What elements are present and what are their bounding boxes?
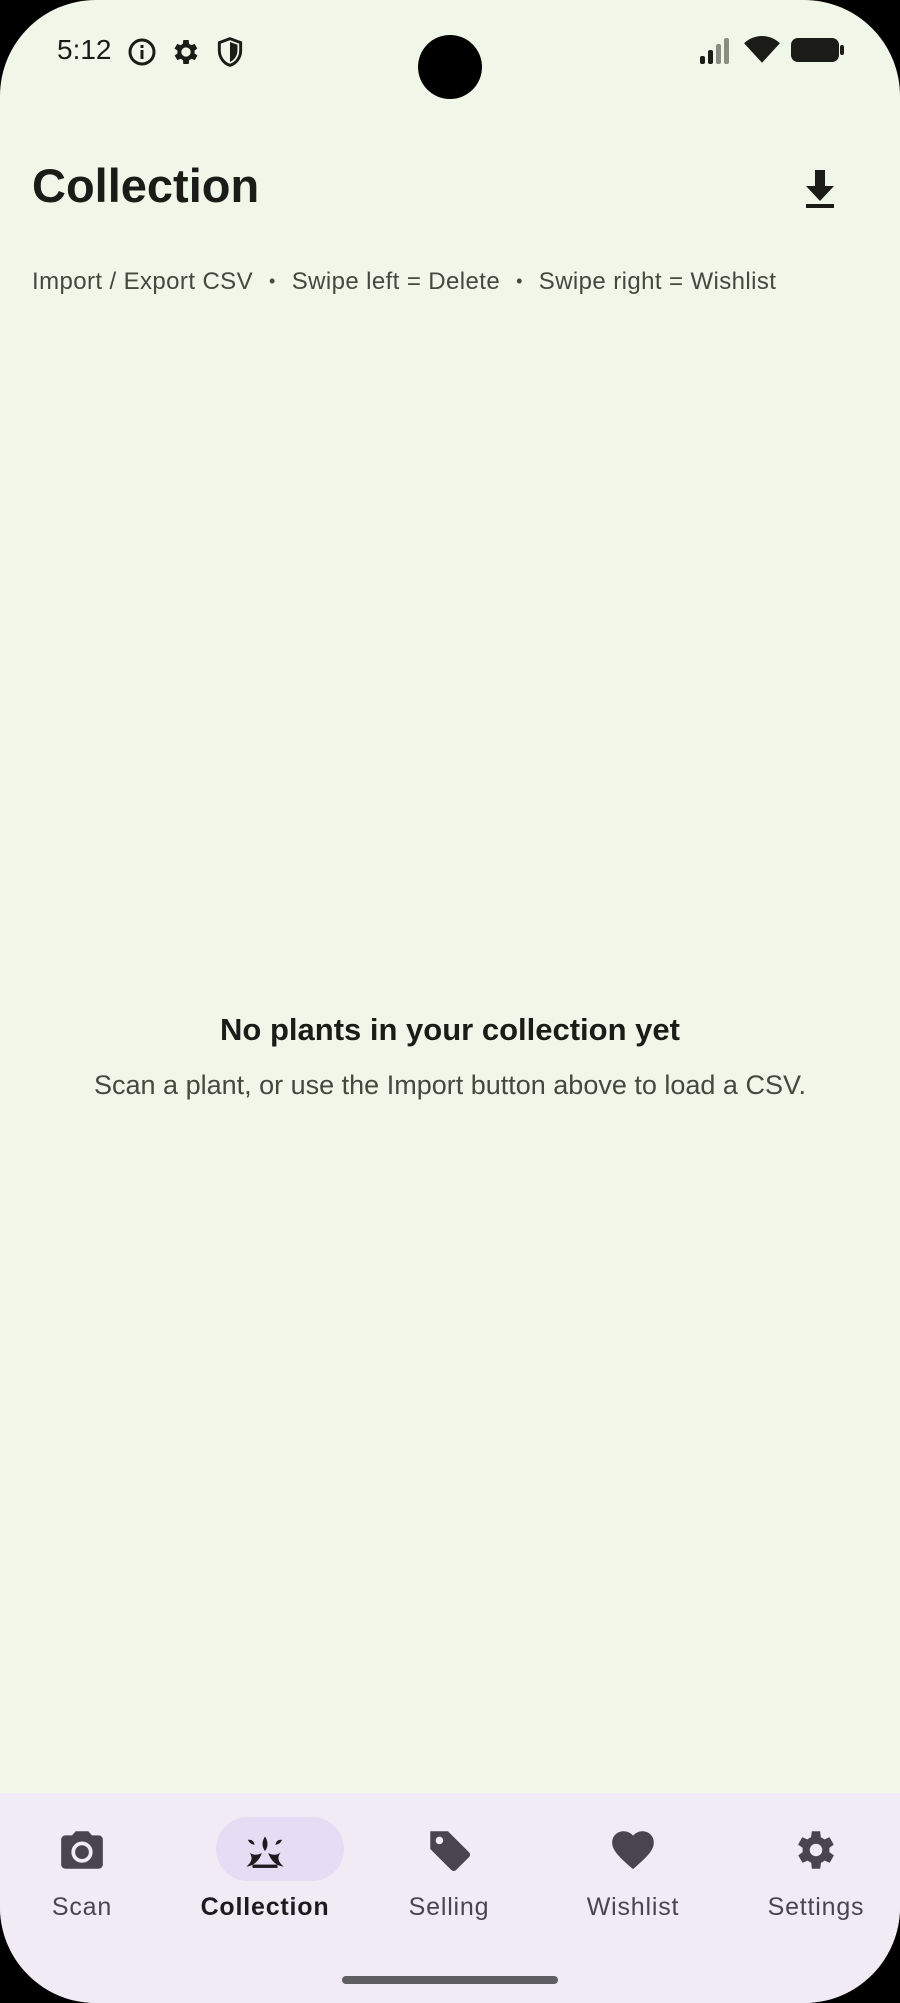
signal-icon [698, 34, 734, 71]
nav-item-scan[interactable]: Scan [0, 1793, 172, 1943]
nav-item-settings[interactable]: Settings [726, 1793, 900, 1943]
page-title: Collection [32, 159, 260, 212]
download-icon [806, 170, 834, 208]
nav-item-wishlist[interactable]: Wishlist [543, 1793, 723, 1943]
hint-text: Import / Export CSV • Swipe left = Delete •… [32, 268, 776, 296]
wifi-icon [742, 34, 782, 71]
camera-cutout [418, 35, 482, 99]
status-bar: 5:12 [0, 0, 900, 100]
nav-label-wishlist: Wishlist [586, 1893, 680, 1921]
nav-item-collection[interactable]: Collection [175, 1793, 355, 1943]
nav-label-scan: Scan [51, 1893, 113, 1921]
hint-swipe-left: Swipe left = Delete [291, 268, 501, 295]
info-icon [126, 36, 158, 68]
empty-state-subtitle: Scan a plant, or use the Import button a… [94, 1070, 806, 1100]
plant-icon [240, 1825, 290, 1875]
hint-swipe-right: Swipe right = Wishlist [538, 268, 777, 295]
hint-separator: • [516, 271, 523, 291]
nav-label-selling: Selling [408, 1893, 490, 1921]
camera-icon [57, 1825, 107, 1875]
empty-state-title: No plants in your collection yet [220, 1012, 680, 1047]
heart-icon [608, 1825, 658, 1875]
app-screen: 5:12 Collection Import / Export CSV • Sw… [0, 0, 900, 2003]
gear-icon [791, 1825, 841, 1875]
shield-icon [214, 36, 246, 68]
bottom-navigation: Scan Collection Selling Wishlist Setting… [0, 1793, 900, 2003]
status-time: 5:12 [57, 34, 112, 65]
nav-label-settings: Settings [767, 1893, 865, 1921]
download-button[interactable] [790, 158, 850, 218]
hint-import-export: Import / Export CSV [32, 268, 253, 295]
battery-icon [790, 34, 846, 71]
home-indicator[interactable] [342, 1976, 558, 1984]
settings-gear-icon [170, 36, 202, 68]
hint-separator: • [269, 271, 276, 291]
nav-item-selling[interactable]: Selling [359, 1793, 539, 1943]
tag-icon [424, 1825, 474, 1875]
nav-label-collection: Collection [200, 1893, 330, 1921]
